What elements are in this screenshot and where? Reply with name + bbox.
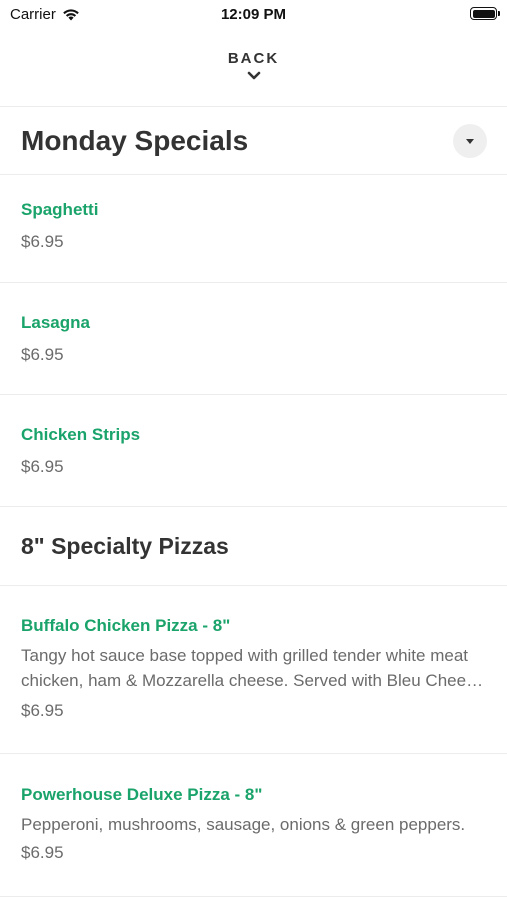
menu-item-lasagna[interactable]: Lasagna $6.95	[0, 313, 507, 365]
chevron-down-icon	[247, 71, 260, 80]
menu-item-spaghetti[interactable]: Spaghetti $6.95	[0, 200, 507, 252]
screen: Carrier 12:09 PM BACK Monday Specials Sp…	[0, 0, 507, 900]
section-title: Monday Specials	[21, 125, 249, 156]
status-time: 12:09 PM	[220, 6, 287, 23]
divider	[0, 174, 507, 175]
back-label: BACK	[227, 50, 280, 67]
item-price: $6.95	[21, 843, 64, 862]
menu-item-powerhouse-deluxe-pizza[interactable]: Powerhouse Deluxe Pizza - 8" Pepperoni, …	[0, 785, 507, 863]
item-name: Chicken Strips	[21, 425, 141, 444]
divider	[0, 896, 507, 897]
item-price: $6.95	[21, 232, 64, 251]
item-name: Spaghetti	[21, 200, 99, 219]
triangle-down-icon	[466, 138, 474, 144]
item-description: Pepperoni, mushrooms, sausage, onions & …	[21, 815, 466, 834]
section-header-specialty-pizzas: 8" Specialty Pizzas	[0, 507, 507, 585]
status-bar: Carrier 12:09 PM	[0, 0, 507, 30]
item-price: $6.95	[21, 345, 64, 364]
divider	[0, 106, 507, 107]
item-name: Buffalo Chicken Pizza - 8"	[21, 616, 231, 635]
back-button[interactable]: BACK	[0, 38, 507, 106]
battery-icon	[470, 7, 500, 20]
section-header-monday-specials: Monday Specials	[0, 108, 507, 174]
section-title: 8" Specialty Pizzas	[21, 532, 229, 559]
menu-item-chicken-strips[interactable]: Chicken Strips $6.95	[0, 425, 507, 477]
item-name: Lasagna	[21, 313, 90, 332]
divider	[0, 753, 507, 754]
item-name: Powerhouse Deluxe Pizza - 8"	[21, 785, 263, 804]
item-price: $6.95	[21, 457, 64, 476]
item-description: Tangy hot sauce base topped with grilled…	[21, 646, 485, 690]
divider	[0, 394, 507, 395]
divider	[0, 282, 507, 283]
divider	[0, 585, 507, 586]
menu-item-buffalo-chicken-pizza[interactable]: Buffalo Chicken Pizza - 8" Tangy hot sau…	[0, 616, 507, 721]
item-price: $6.95	[21, 701, 64, 720]
section-dropdown-button[interactable]	[453, 124, 487, 158]
